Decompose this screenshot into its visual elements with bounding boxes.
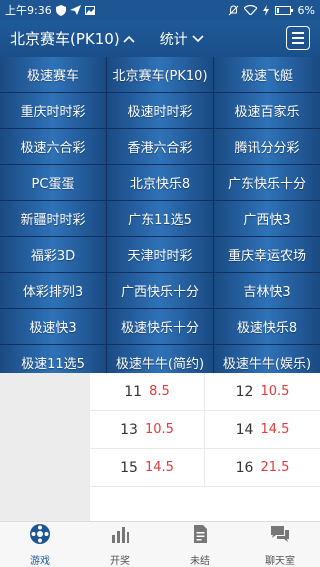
stats-dropdown[interactable]: 统计 [160, 29, 204, 49]
wifi-icon [243, 5, 257, 15]
menu-icon [292, 32, 304, 34]
odds-value: 10.5 [260, 384, 290, 399]
tab-unsettled[interactable]: 未结 [160, 522, 240, 567]
page-title: 北京赛车(PK10) [10, 30, 120, 48]
lottery-grid-item[interactable]: 北京赛车(PK10) [107, 57, 213, 92]
lottery-grid-item[interactable]: 北京快乐8 [107, 165, 213, 200]
lottery-grid-item[interactable]: 极速快乐十分 [107, 309, 213, 344]
odds-row: 15 14.5 16 21.5 [90, 449, 320, 487]
odds-option[interactable]: 11 8.5 [90, 373, 205, 410]
tab-label: 聊天室 [265, 555, 295, 567]
chevron-down-icon [192, 34, 204, 43]
odds-number: 15 [120, 459, 138, 476]
lottery-grid: 极速赛车 北京赛车(PK10) 极速飞艇重庆时时彩 极速时时彩 极速百家乐极速六合彩 香港… [0, 57, 320, 380]
chevron-up-icon [123, 35, 135, 43]
stats-label: 统计 [159, 31, 188, 48]
odds-value: 8.5 [149, 384, 170, 399]
bar-chart-icon [109, 523, 131, 549]
lottery-grid-item[interactable]: 重庆时时彩 [0, 93, 106, 128]
odds-option[interactable]: 13 10.5 [90, 411, 205, 448]
chat-icon [269, 523, 291, 549]
odds-value: 14.5 [260, 422, 290, 437]
lottery-grid-item[interactable]: 广西快乐十分 [107, 273, 213, 308]
lottery-grid-item[interactable]: 广东11选5 [107, 201, 213, 236]
lottery-grid-item[interactable]: 腾讯分分彩 [214, 129, 320, 164]
lottery-grid-item[interactable]: 吉林快3 [214, 273, 320, 308]
lottery-selector[interactable]: 北京赛车(PK10) [10, 28, 135, 49]
play-type-sidebar [0, 373, 90, 521]
odds-value: 14.5 [144, 460, 174, 475]
lottery-grid-item[interactable]: 极速快乐8 [214, 309, 320, 344]
bell-muted-icon [228, 4, 239, 16]
tab-label: 开奖 [110, 555, 130, 567]
tab-chatroom[interactable]: 聊天室 [240, 522, 320, 567]
odds-option[interactable]: 15 14.5 [90, 449, 205, 486]
odds-row: 13 10.5 14 14.5 [90, 411, 320, 449]
lottery-grid-item[interactable]: 广西快3 [214, 201, 320, 236]
lottery-grid-item[interactable]: 体彩排列3 [0, 273, 106, 308]
tab-label: 未结 [190, 555, 210, 567]
app-header: 北京赛车(PK10) 统计 [0, 20, 320, 57]
lottery-grid-item[interactable]: 新疆时时彩 [0, 201, 106, 236]
tab-results[interactable]: 开奖 [80, 522, 160, 567]
lottery-grid-item[interactable]: 香港六合彩 [107, 129, 213, 164]
lottery-grid-item[interactable]: 重庆幸运农场 [214, 237, 320, 272]
odds-option[interactable]: 14 14.5 [205, 411, 320, 448]
image-icon [84, 5, 95, 15]
odds-number: 11 [124, 383, 143, 400]
lottery-grid-item[interactable]: 极速快3 [0, 309, 106, 344]
lottery-grid-item[interactable]: 福彩3D [0, 237, 106, 272]
odds-table: 11 8.5 12 10.5 13 10.5 14 14.5 15 14.5 16 21.5 [90, 373, 320, 521]
odds-number: 14 [235, 421, 254, 438]
lottery-grid-item[interactable]: 极速飞艇 [214, 57, 320, 92]
battery-icon [274, 5, 293, 15]
bottom-tabbar: 游戏 开奖 未结 聊天室 [0, 521, 320, 567]
lottery-grid-item[interactable]: PC蛋蛋 [0, 165, 106, 200]
odds-number: 16 [235, 459, 254, 476]
odds-number: 13 [120, 421, 138, 438]
odds-value: 10.5 [144, 422, 174, 437]
odds-number: 12 [235, 383, 254, 400]
menu-button[interactable] [286, 26, 310, 50]
battery-saver-icon [262, 4, 270, 16]
battery-level: 6% [297, 3, 315, 17]
lottery-grid-item[interactable]: 极速赛车 [0, 57, 106, 92]
odds-option[interactable]: 16 21.5 [205, 449, 320, 486]
tab-game[interactable]: 游戏 [0, 522, 80, 567]
status-bar: 上午9:36 6% [0, 0, 320, 20]
game-icon [29, 523, 51, 549]
odds-row: 11 8.5 12 10.5 [90, 373, 320, 411]
document-icon [189, 523, 211, 549]
status-time: 上午9:36 [5, 4, 52, 17]
odds-value: 21.5 [260, 460, 290, 475]
paper-plane-icon [69, 5, 81, 15]
shield-icon [55, 4, 66, 16]
lottery-grid-item[interactable]: 极速时时彩 [107, 93, 213, 128]
lottery-grid-item[interactable]: 天津时时彩 [107, 237, 213, 272]
odds-option[interactable]: 12 10.5 [205, 373, 320, 410]
lottery-grid-item[interactable]: 极速百家乐 [214, 93, 320, 128]
lottery-grid-item[interactable]: 极速六合彩 [0, 129, 106, 164]
lottery-grid-item[interactable]: 广东快乐十分 [214, 165, 320, 200]
tab-label: 游戏 [30, 555, 50, 567]
